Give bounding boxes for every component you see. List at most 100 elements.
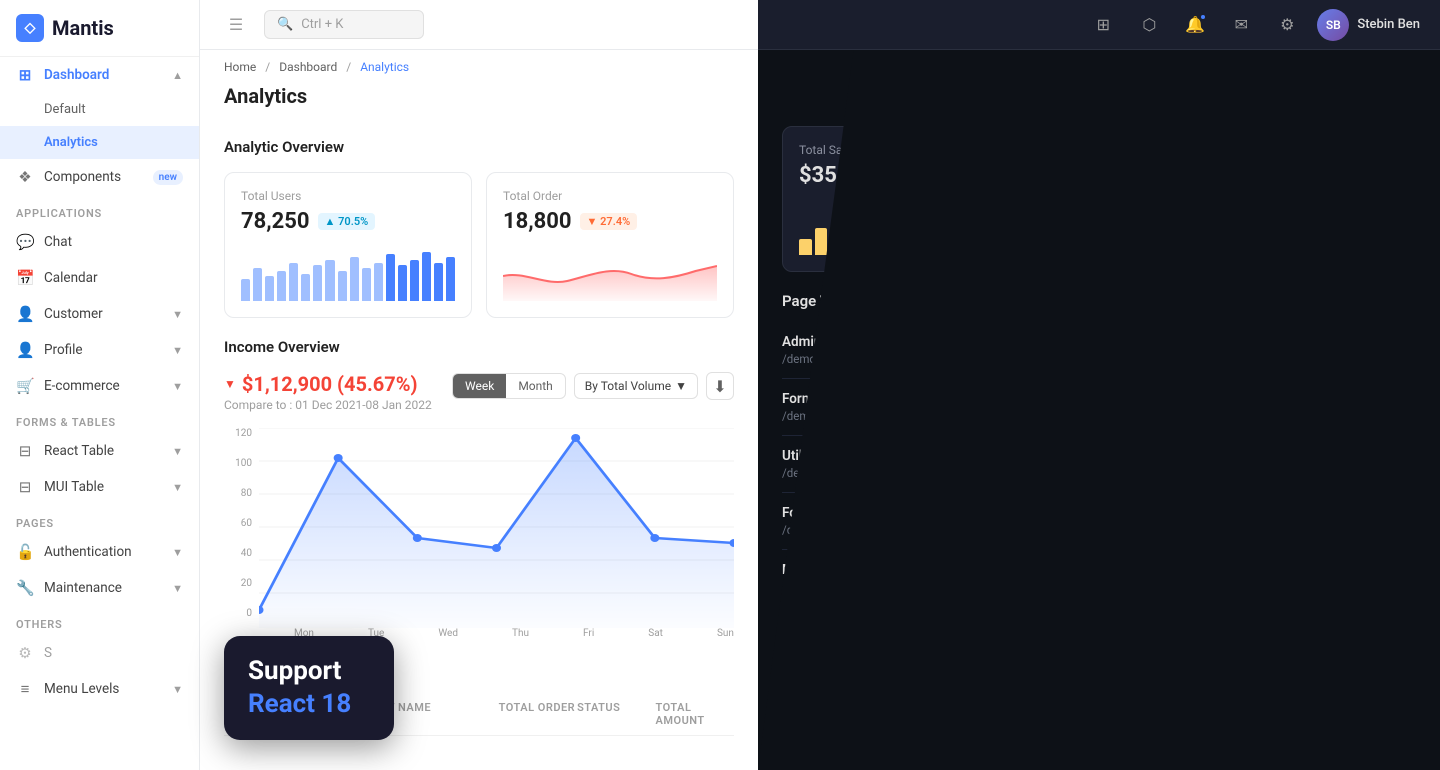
sidebar-item-chat[interactable]: 💬 Chat [0, 224, 199, 260]
stat-value-row-users: 78,250 ▲ 70.5% [241, 209, 455, 234]
volume-label: By Total Volume [585, 379, 671, 393]
components-icon: ❖ [16, 168, 34, 186]
stat-badge-orders: ▼ 27.4% [580, 213, 638, 230]
chevron-down-icon5: ▼ [172, 481, 183, 494]
stat-card-orders: Total Order 18,800 ▼ 27.4% [486, 172, 734, 318]
logo-text: Mantis [52, 16, 114, 40]
sidebar-item-ecommerce[interactable]: 🛒 E-commerce ▼ [0, 368, 199, 404]
y-axis: 120 100 80 60 40 20 0 [224, 428, 252, 619]
section-pages: Pages [0, 505, 199, 534]
diamond-icon-button[interactable]: ⬡ [1133, 9, 1165, 41]
pv-pct-3: 25.35% [1379, 466, 1416, 480]
pv-url-1: /demo/admin/index.html [782, 352, 911, 366]
grid-icon-button[interactable]: ⊞ [1087, 9, 1119, 41]
sidebar-default-label: Default [44, 102, 86, 117]
right-panel: Total Sales $35,078 ▼ 27.4% Total Market… [758, 50, 1440, 770]
topbar: ☰ 🔍 Ctrl + K ⊞ ⬡ 🔔 ✉ ⚙ [200, 0, 1440, 50]
maintenance-icon: 🔧 [16, 579, 34, 597]
pv-title-4: Form Validation [782, 505, 878, 521]
bar-item [923, 214, 936, 255]
bar-item [861, 225, 874, 255]
bar-item [313, 265, 322, 301]
sidebar-profile-label: Profile [44, 342, 83, 358]
auth-icon: 🔓 [16, 543, 34, 561]
bar-item [1001, 208, 1014, 255]
week-month-toggle: Week Month [452, 373, 566, 399]
notification-badge [1199, 13, 1207, 21]
th-amount: TOTAL AMOUNT [656, 701, 734, 727]
content-split: Home / Dashboard / Analytics Analytics A… [200, 50, 1440, 770]
sidebar-item-analytics[interactable]: Analytics [0, 126, 199, 159]
user-profile[interactable]: SB Stebin Ben [1317, 9, 1420, 41]
dashboard-icon: ⊞ [16, 66, 34, 84]
download-button[interactable]: ⬇ [706, 372, 734, 400]
breadcrumb-home[interactable]: Home [224, 60, 256, 74]
sidebar-item-s[interactable]: ⚙ S [0, 635, 199, 671]
sidebar-item-calendar[interactable]: 📅 Calendar [0, 260, 199, 296]
bar-item [277, 271, 286, 301]
menu-icon: ≡ [16, 680, 34, 698]
week-button[interactable]: Week [453, 374, 506, 398]
search-bar[interactable]: 🔍 Ctrl + K [264, 10, 424, 39]
bar-item [939, 225, 952, 255]
down-arrow-icon: ▼ [224, 377, 236, 391]
stat-value-users: 78,250 [241, 209, 310, 234]
pv-url-5: /demo/admin/modals.html [782, 580, 922, 594]
settings-button[interactable]: ⚙ [1271, 9, 1303, 41]
month-button[interactable]: Month [506, 374, 564, 398]
bar-item [846, 222, 859, 255]
mail-icon: ✉ [1235, 15, 1248, 34]
support-tooltip[interactable]: Support React 18 [224, 636, 394, 740]
pv-url-4: /demo/admin/validation.html [782, 523, 933, 537]
breadcrumb-current: Analytics [360, 60, 409, 74]
sidebar-item-maintenance[interactable]: 🔧 Maintenance ▼ [0, 570, 199, 606]
stat-value-marketing: $1,12,083 [1123, 163, 1222, 188]
sidebar-item-dashboard[interactable]: ⊞ Dashboard ▲ [0, 57, 199, 93]
pv-url-2: /demo/admin/forms.html [782, 409, 914, 423]
sidebar-item-authentication[interactable]: 🔓 Authentication ▼ [0, 534, 199, 570]
stat-label-marketing: Total Marketing [1123, 143, 1399, 157]
react-table-icon: ⊟ [16, 442, 34, 460]
section-forms: Forms & Tables [0, 404, 199, 433]
breadcrumb: Home / Dashboard / Analytics [224, 60, 734, 74]
bar-item [985, 217, 998, 256]
stat-value-row-sales: $35,078 ▼ 27.4% [799, 163, 1075, 188]
sidebar-logo[interactable]: ◇ Mantis [0, 0, 199, 57]
bar-item [954, 211, 967, 255]
stat-value-sales: $35,078 [799, 163, 880, 188]
section-others: Others [0, 606, 199, 635]
sidebar-analytics-label: Analytics [44, 135, 98, 150]
pv-item-4: Form Validation 3275 /demo/admin/validat… [782, 493, 1416, 550]
notification-button[interactable]: 🔔 [1179, 9, 1211, 41]
volume-select[interactable]: By Total Volume ▼ [574, 373, 698, 399]
pv-pct-5: 22.21% [1379, 580, 1416, 594]
topbar-dark: ⊞ ⬡ 🔔 ✉ ⚙ SB Stebin Ben [758, 0, 1440, 50]
bar-item [830, 233, 843, 255]
bar-item [422, 252, 431, 302]
mail-button[interactable]: ✉ [1225, 9, 1257, 41]
income-actions: Week Month By Total Volume ▼ ⬇ [452, 372, 734, 400]
income-left: ▼ $1,12,900 (45.67%) Compare to : 01 Dec… [224, 372, 432, 412]
bar-item [799, 239, 812, 256]
breadcrumb-dashboard[interactable]: Dashboard [279, 60, 337, 74]
sidebar-item-profile[interactable]: 👤 Profile ▼ [0, 332, 199, 368]
bar-item [446, 257, 455, 301]
sidebar-item-components[interactable]: ❖ Components new [0, 159, 199, 195]
pv-item-3: Utilities 4848 /demo/admin/util.html 25.… [782, 436, 1416, 493]
stat-card-sales: Total Sales $35,078 ▼ 27.4% [782, 126, 1092, 272]
sidebar-chat-label: Chat [44, 234, 72, 250]
pv-count-5: 3003 [1384, 562, 1416, 578]
chevron-down-icon: ▼ [172, 308, 183, 321]
dark-chart-area: Fri Sat Sun [782, 616, 1416, 770]
sidebar-item-default[interactable]: Default [0, 93, 199, 126]
support-line2: React 18 [248, 689, 370, 720]
sidebar-item-customer[interactable]: 👤 Customer ▼ [0, 296, 199, 332]
sidebar-item-menu-levels[interactable]: ≡ Menu Levels ▼ [0, 671, 199, 707]
sidebar-item-react-table[interactable]: ⊟ React Table ▼ [0, 433, 199, 469]
pv-item-2: Form Elements 5215 /demo/admin/forms.htm… [782, 379, 1416, 436]
sidebar-item-mui-table[interactable]: ⊟ MUI Table ▼ [0, 469, 199, 505]
menu-toggle-button[interactable]: ☰ [220, 9, 252, 41]
bar-item [265, 276, 274, 301]
search-icon: 🔍 [277, 17, 293, 32]
logo-icon: ◇ [16, 14, 44, 42]
